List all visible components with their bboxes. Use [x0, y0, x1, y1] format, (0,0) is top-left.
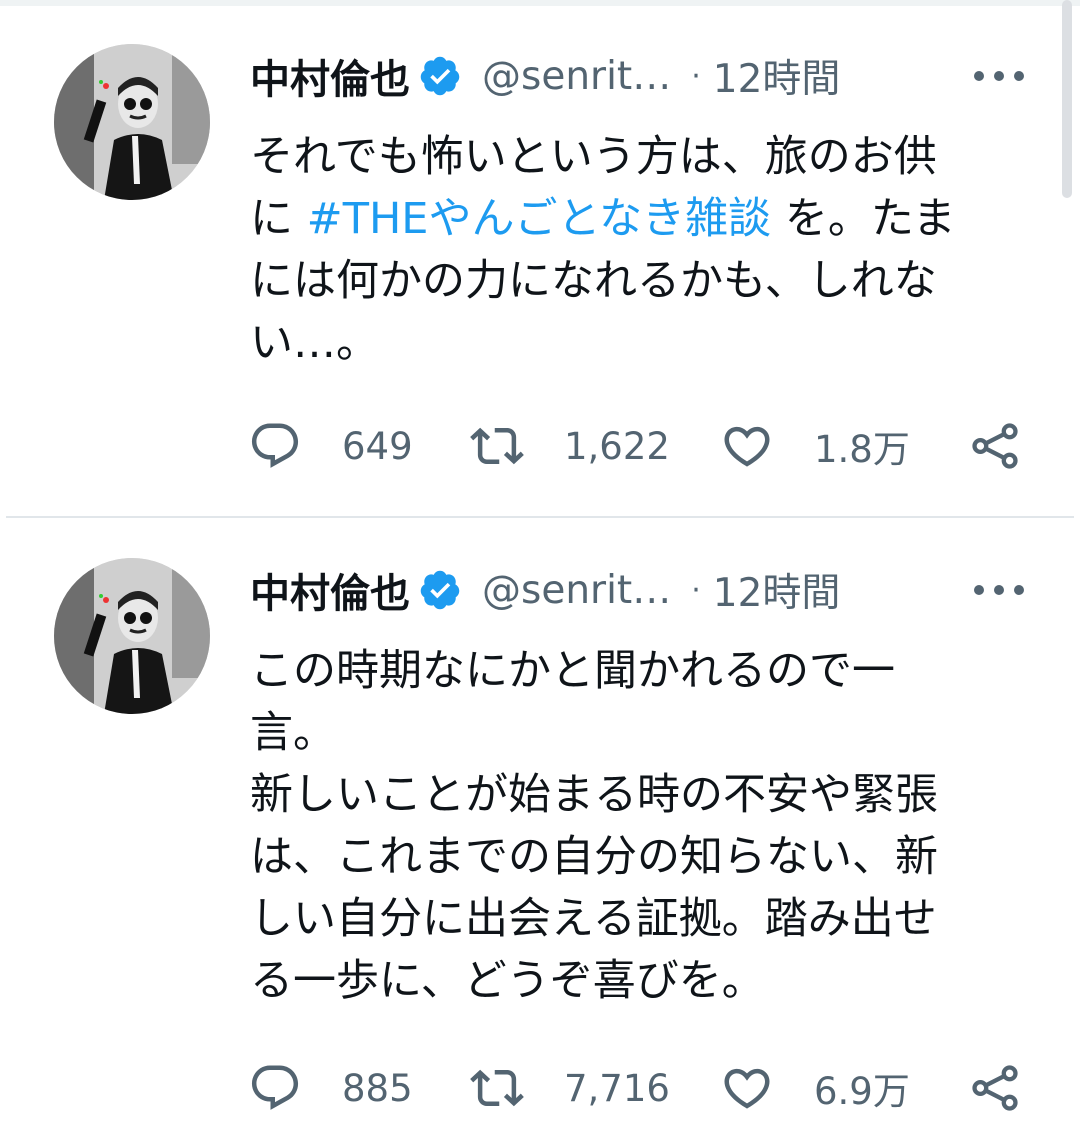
more-options-icon[interactable]	[974, 570, 1024, 610]
author-name[interactable]: 中村倫也	[250, 561, 410, 619]
tweet-text-line: しい自分に出会える証拠。踏み出せ	[250, 894, 937, 944]
tweet-text-line: この時期なにかと聞かれるので一	[250, 646, 895, 696]
tweet-card-2[interactable]: 中村倫也 @senrit… · 12時間 この時期なにかと聞かれるので一 言。 …	[0, 518, 1080, 1143]
tweet-text-line: 言。	[250, 708, 336, 758]
hashtag-link[interactable]: #THEやんごとなき雑談	[307, 194, 772, 244]
reply-bubble-icon	[251, 1065, 299, 1110]
share-icon	[972, 1065, 1018, 1111]
heart-icon	[724, 426, 770, 467]
tweet-text: この時期なにかと聞かれるので一 言。 新しいことが始まる時の不安や緊張 は、これ…	[250, 640, 1020, 1012]
tweet-actions: 885 7,716 6.9万	[248, 1058, 1038, 1118]
author-name[interactable]: 中村倫也	[250, 47, 410, 105]
like-button[interactable]: 1.8万	[720, 416, 910, 476]
retweet-button[interactable]: 7,716	[470, 1058, 670, 1118]
tweet-card-1[interactable]: 中村倫也 @senrit… · 12時間 それでも怖いという方は、旅のお供 に …	[0, 0, 1080, 516]
author-handle[interactable]: @senrit…	[482, 568, 671, 613]
separator-dot: ·	[691, 58, 701, 94]
separator-dot: ·	[691, 572, 701, 608]
retweet-count: 7,716	[564, 1066, 670, 1110]
like-count: 1.8万	[814, 428, 910, 471]
verified-badge-icon	[418, 568, 462, 612]
tweet-text-line: それでも怖いという方は、旅のお供	[250, 132, 937, 182]
avatar[interactable]	[54, 558, 210, 714]
tweet-text-line: 新しいことが始まる時の不安や緊張	[250, 770, 938, 820]
retweet-button[interactable]: 1,622	[470, 416, 670, 476]
like-count: 6.9万	[814, 1070, 910, 1113]
like-button[interactable]: 6.9万	[720, 1058, 910, 1118]
tweet-text-line: に #THEやんごとなき雑談 を。たま	[250, 194, 956, 244]
retweet-icon	[470, 1069, 524, 1107]
tweet-text: それでも怖いという方は、旅のお供 に #THEやんごとなき雑談 を。たま には何…	[250, 126, 1020, 374]
tweet-text-line: い…。	[250, 318, 379, 368]
avatar-photo	[54, 44, 210, 200]
reply-count: 885	[342, 1066, 413, 1110]
share-icon	[972, 423, 1018, 469]
avatar[interactable]	[54, 44, 210, 200]
more-options-icon[interactable]	[974, 56, 1024, 96]
tweet-header: 中村倫也 @senrit… · 12時間	[250, 46, 840, 106]
retweet-count: 1,622	[564, 424, 670, 468]
tweet-header: 中村倫也 @senrit… · 12時間	[250, 560, 840, 620]
reply-button[interactable]: 885	[248, 1058, 413, 1118]
tweet-actions: 649 1,622 1.8万	[248, 416, 1038, 476]
reply-button[interactable]: 649	[248, 416, 413, 476]
tweet-text-line: る一歩に、どうぞ喜びを。	[250, 956, 765, 1006]
reply-count: 649	[342, 424, 413, 468]
timestamp[interactable]: 12時間	[713, 48, 841, 104]
author-handle[interactable]: @senrit…	[482, 54, 671, 99]
tweet-text-line: は、これまでの自分の知らない、新	[250, 832, 938, 882]
verified-badge-icon	[418, 54, 462, 98]
reply-bubble-icon	[251, 423, 299, 468]
timestamp[interactable]: 12時間	[713, 562, 841, 618]
share-button[interactable]	[968, 1058, 1022, 1118]
retweet-icon	[470, 427, 524, 465]
share-button[interactable]	[968, 416, 1022, 476]
heart-icon	[724, 1068, 770, 1109]
avatar-photo	[54, 558, 210, 714]
tweet-text-line: には何かの力になれるかも、しれな	[250, 256, 937, 306]
